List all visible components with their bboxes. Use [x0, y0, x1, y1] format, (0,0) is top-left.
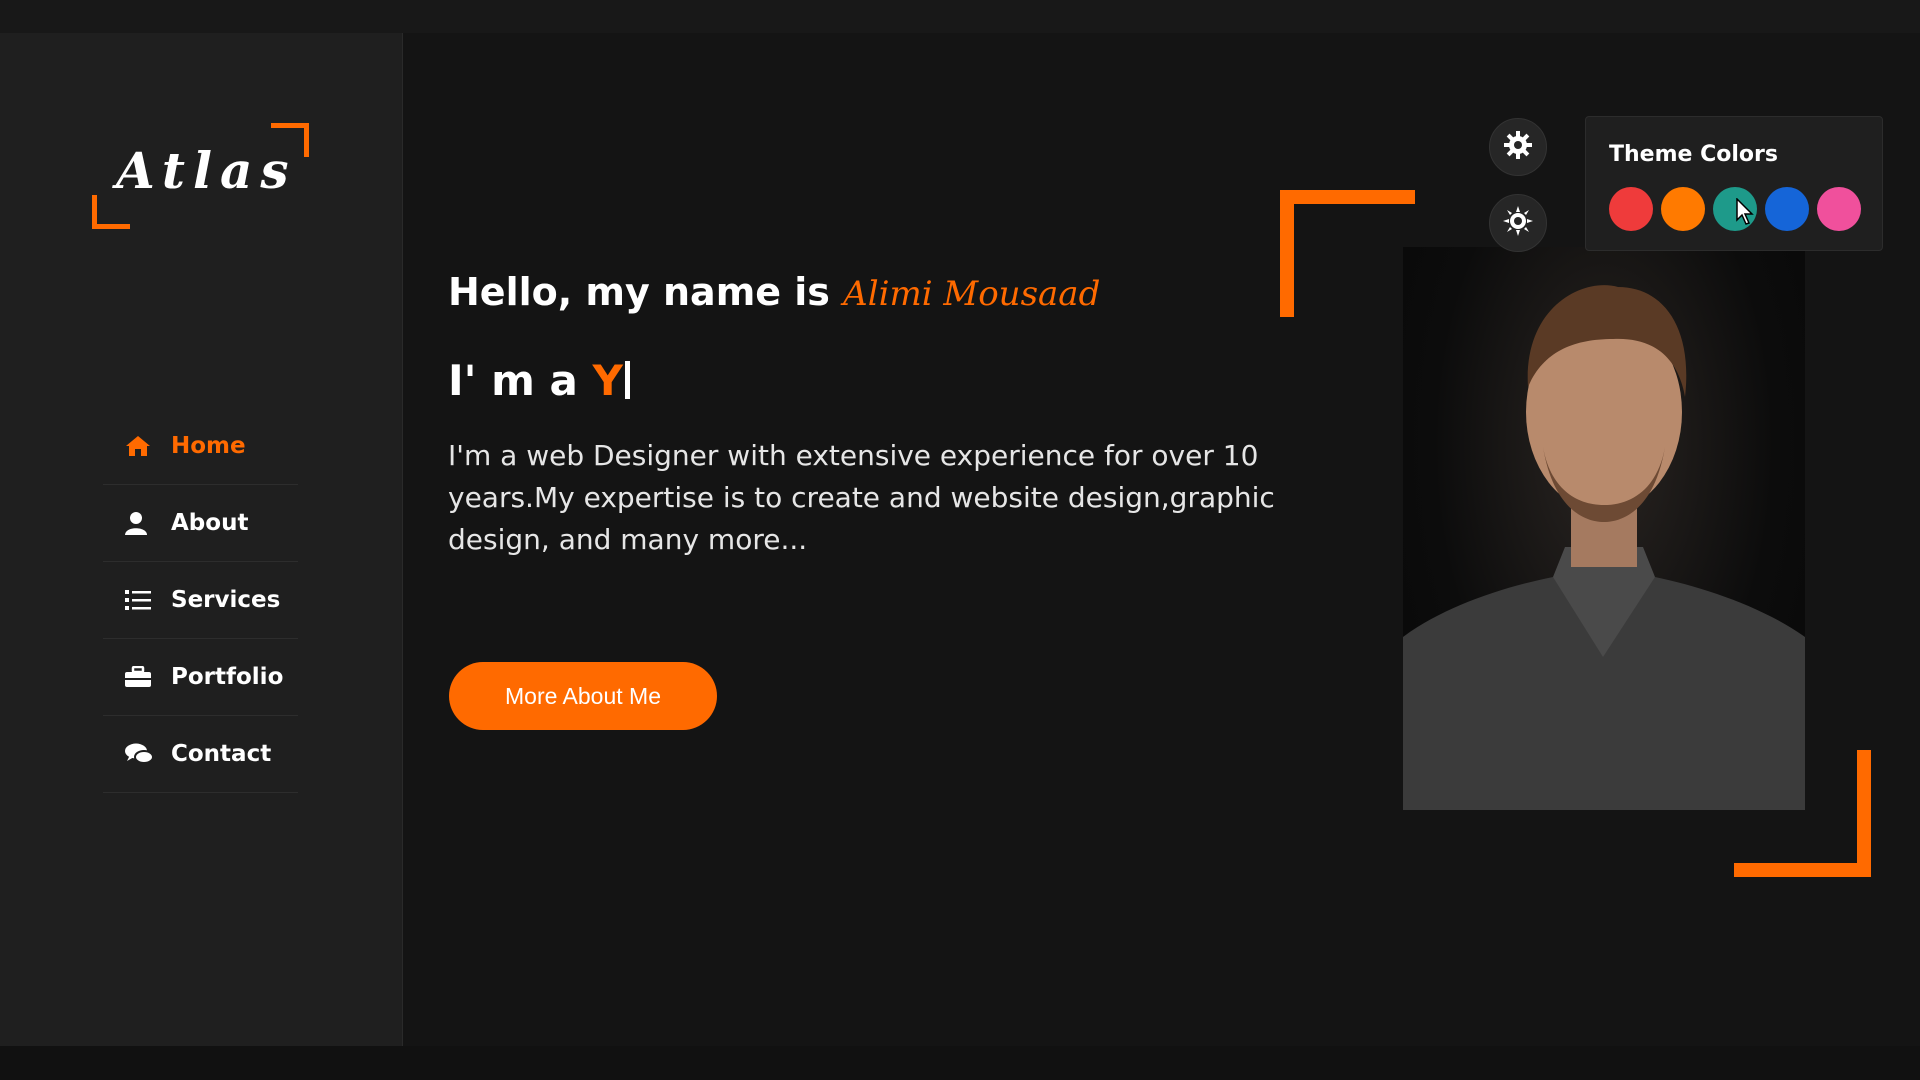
chat-icon [125, 743, 161, 765]
photo-frame-bottom-right [1734, 750, 1871, 877]
settings-gear-button[interactable] [1489, 118, 1547, 176]
greeting-heading: Hello, my name is Alimi Mousaad [448, 270, 1298, 314]
nav-label-home: Home [171, 433, 246, 459]
nav-item-contact[interactable]: Contact [103, 716, 298, 793]
color-swatches [1609, 187, 1861, 231]
main-nav: Home About Services Portfolio Contact [103, 408, 298, 793]
owner-name: Alimi Mousaad [843, 274, 1101, 314]
greeting-prefix: Hello, my name is [448, 270, 844, 314]
role-prefix: I' m a [448, 356, 593, 405]
profile-photo [1403, 247, 1805, 810]
role-heading: I' m a Y [448, 356, 1298, 405]
bottom-bar [0, 1046, 1920, 1080]
photo-frame-top-left [1280, 190, 1415, 317]
briefcase-icon [125, 666, 161, 688]
gear-icon [1503, 130, 1533, 164]
nav-item-portfolio[interactable]: Portfolio [103, 639, 298, 716]
role-typed-text: Y [592, 356, 623, 405]
nav-item-home[interactable]: Home [103, 408, 298, 485]
nav-item-services[interactable]: Services [103, 562, 298, 639]
color-swatch-pink[interactable] [1817, 187, 1861, 231]
user-icon [125, 511, 161, 535]
mouse-pointer-icon [1736, 197, 1756, 230]
nav-label-portfolio: Portfolio [171, 664, 284, 690]
list-icon [125, 589, 161, 611]
more-about-me-button[interactable]: More About Me [449, 662, 717, 730]
logo[interactable]: Atlas [90, 123, 315, 229]
theme-toggle-button[interactable] [1489, 194, 1547, 252]
color-swatch-blue[interactable] [1765, 187, 1809, 231]
nav-item-about[interactable]: About [103, 485, 298, 562]
color-swatch-red[interactable] [1609, 187, 1653, 231]
nav-label-about: About [171, 510, 249, 536]
nav-label-services: Services [171, 587, 281, 613]
home-icon [125, 434, 161, 458]
sun-icon [1503, 206, 1533, 240]
theme-colors-panel: Theme Colors [1585, 116, 1883, 251]
logo-corner-bottom-left [92, 195, 130, 229]
typing-cursor [624, 361, 630, 399]
intro-description: I'm a web Designer with extensive experi… [448, 439, 1275, 556]
logo-text: Atlas [116, 141, 297, 200]
sidebar: Atlas Home About Services Portfolio Cont… [0, 33, 403, 1046]
top-bar [0, 0, 1920, 33]
theme-colors-title: Theme Colors [1609, 142, 1778, 167]
hero-section: Hello, my name is Alimi Mousaad I' m a Y… [448, 270, 1298, 561]
color-swatch-orange[interactable] [1661, 187, 1705, 231]
nav-label-contact: Contact [171, 741, 272, 767]
